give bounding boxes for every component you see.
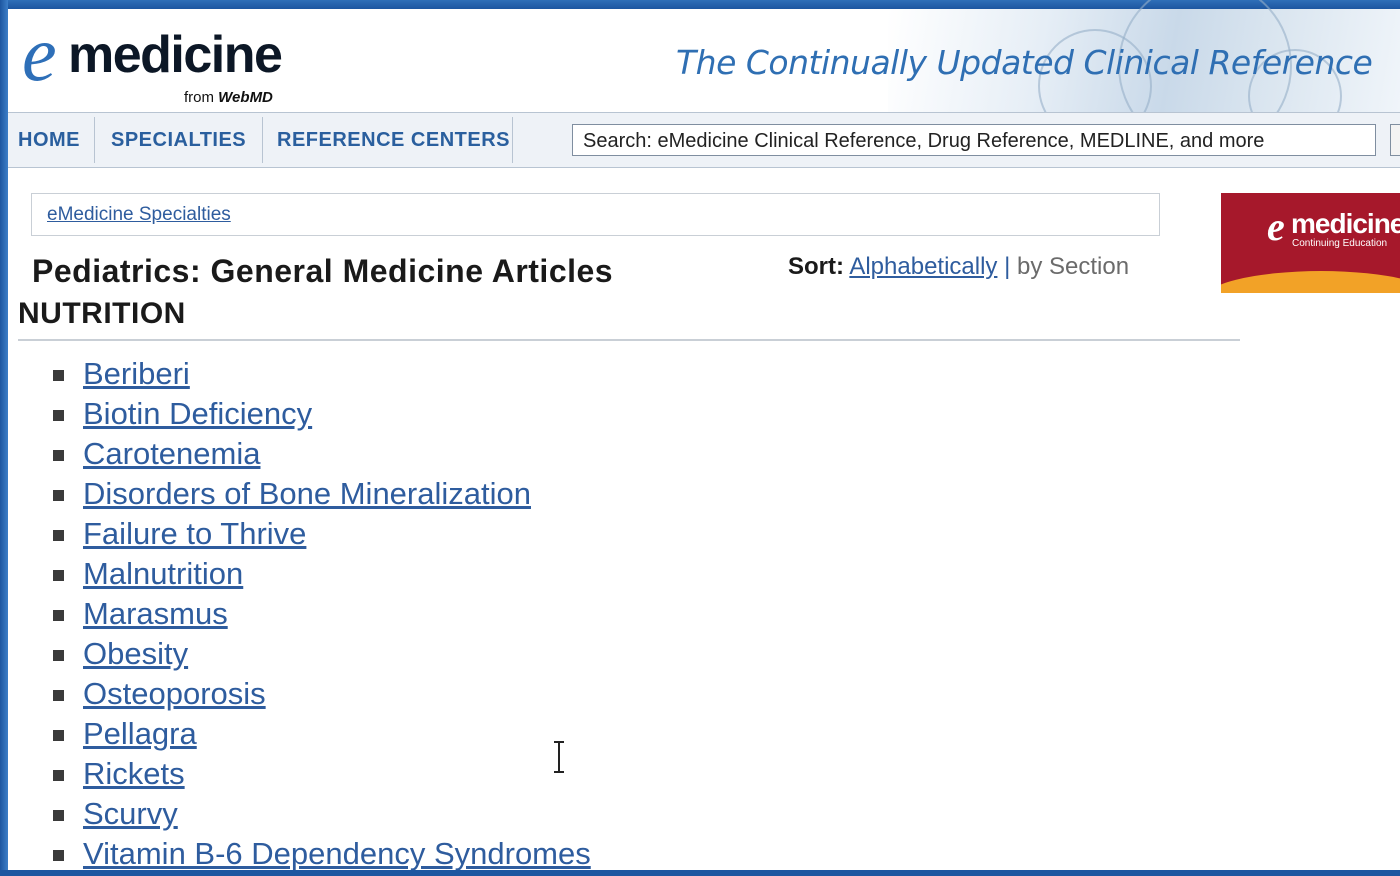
page-title: Pediatrics: General Medicine Articles bbox=[32, 253, 614, 289]
emedicine-cme-ad[interactable]: e medicine Continuing Education bbox=[1221, 193, 1400, 293]
text-cursor-icon bbox=[554, 741, 564, 773]
bullet-icon bbox=[53, 410, 64, 421]
bullet-icon bbox=[53, 690, 64, 701]
ad-subtitle: Continuing Education bbox=[1292, 238, 1388, 249]
bullet-icon bbox=[53, 450, 64, 461]
bullet-icon bbox=[53, 490, 64, 501]
sort-by-section: by Section bbox=[1017, 253, 1130, 280]
article-link[interactable]: Marasmus bbox=[83, 594, 228, 634]
section-divider bbox=[18, 339, 1240, 341]
bullet-icon bbox=[53, 770, 64, 781]
sort-separator: | bbox=[1004, 253, 1011, 280]
sort-alphabetically-link[interactable]: Alphabetically bbox=[849, 253, 997, 280]
logo-word: medicine bbox=[68, 26, 283, 84]
bullet-icon bbox=[53, 810, 64, 821]
sort-label: Sort: bbox=[788, 253, 844, 280]
article-link[interactable]: Vitamin B-6 Dependency Syndromes bbox=[83, 834, 591, 874]
window-frame-bottom bbox=[0, 870, 1400, 876]
nav-divider bbox=[94, 117, 95, 163]
nav-divider bbox=[262, 117, 263, 163]
article-link[interactable]: Obesity bbox=[83, 634, 188, 674]
nav-reference-centers[interactable]: REFERENCE CENTERS bbox=[277, 113, 510, 167]
ad-logo-word: medicine bbox=[1291, 208, 1400, 239]
emedicine-logo[interactable]: e medicine from WebMD bbox=[22, 15, 322, 107]
bullet-icon bbox=[53, 370, 64, 381]
window-frame-left bbox=[0, 0, 8, 876]
breadcrumb-link-specialties[interactable]: eMedicine Specialties bbox=[47, 204, 231, 226]
bullet-icon bbox=[53, 530, 64, 541]
article-link[interactable]: Osteoporosis bbox=[83, 674, 266, 714]
main-nav: HOME SPECIALTIES REFERENCE CENTERS Searc… bbox=[8, 112, 1400, 168]
search-input[interactable]: Search: eMedicine Clinical Reference, Dr… bbox=[572, 124, 1376, 156]
article-link[interactable]: Carotenemia bbox=[83, 434, 260, 474]
header-tagline: The Continually Updated Clinical Referen… bbox=[676, 43, 1373, 82]
nav-specialties[interactable]: SPECIALTIES bbox=[111, 113, 246, 167]
nav-divider bbox=[512, 117, 513, 163]
search-button[interactable] bbox=[1390, 124, 1400, 156]
ad-arc-shape bbox=[1221, 271, 1400, 293]
bullet-icon bbox=[53, 850, 64, 861]
article-link[interactable]: Rickets bbox=[83, 754, 185, 794]
article-link[interactable]: Beriberi bbox=[83, 354, 190, 394]
article-link[interactable]: Pellagra bbox=[83, 714, 197, 754]
nav-home[interactable]: HOME bbox=[18, 113, 80, 167]
bullet-icon bbox=[53, 570, 64, 581]
article-link[interactable]: Scurvy bbox=[83, 794, 178, 834]
bullet-icon bbox=[53, 650, 64, 661]
article-link[interactable]: Disorders of Bone Mineralization bbox=[83, 474, 531, 514]
article-link[interactable]: Failure to Thrive bbox=[83, 514, 306, 554]
logo-subtitle: from WebMD bbox=[184, 89, 273, 106]
sort-controls: Sort: Alphabetically | by Section bbox=[788, 253, 1129, 281]
article-link[interactable]: Malnutrition bbox=[83, 554, 243, 594]
site-header: e medicine from WebMD The Continually Up… bbox=[8, 0, 1400, 153]
article-link[interactable]: Biotin Deficiency bbox=[83, 394, 312, 434]
logo-e: e bbox=[22, 10, 57, 97]
bullet-icon bbox=[53, 610, 64, 621]
breadcrumb: eMedicine Specialties bbox=[31, 193, 1160, 236]
section-heading: NUTRITION bbox=[18, 297, 186, 330]
ad-logo-e: e bbox=[1267, 204, 1285, 249]
bullet-icon bbox=[53, 730, 64, 741]
